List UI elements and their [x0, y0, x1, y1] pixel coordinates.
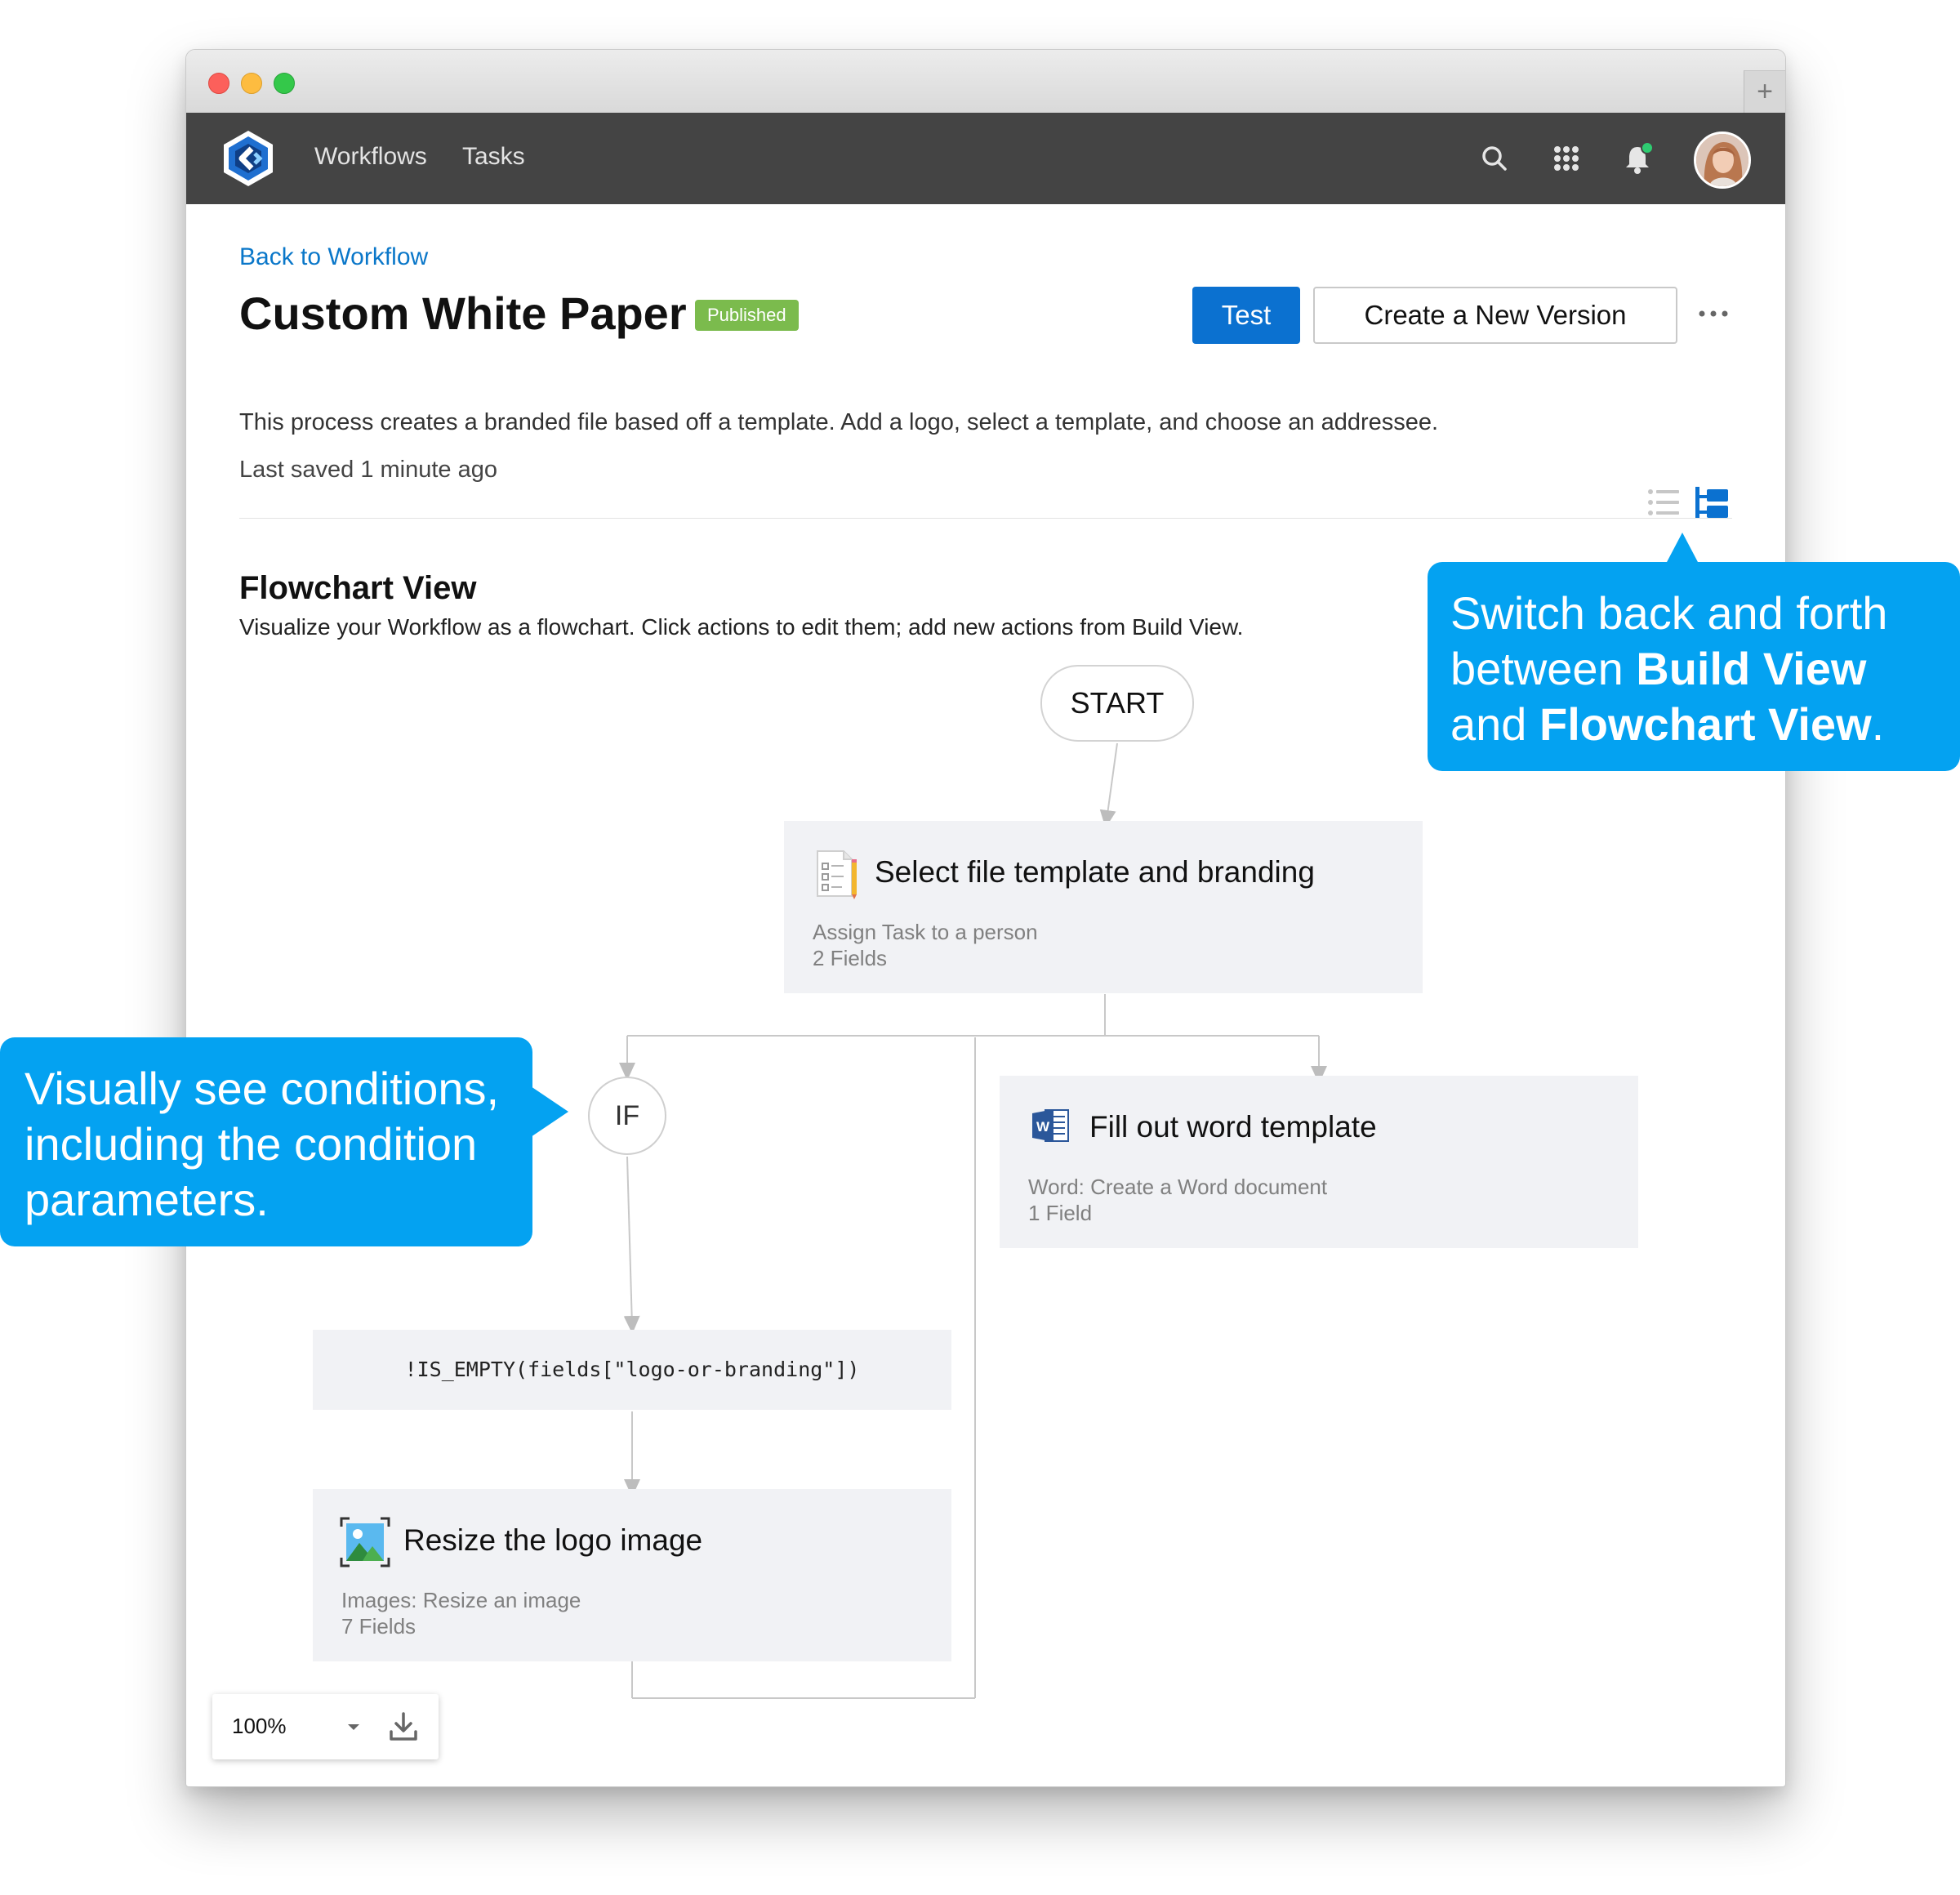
- if-condition-node[interactable]: IF: [588, 1077, 666, 1155]
- browser-window: + Workflows Tasks Back to Workflow Custo…: [185, 49, 1786, 1787]
- form-task-icon: [817, 850, 857, 899]
- condition-expression[interactable]: !IS_EMPTY(fields["logo-or-branding"]): [313, 1330, 951, 1410]
- action-type: Images: Resize an image: [341, 1588, 581, 1612]
- callout-text-suffix: .: [1871, 698, 1885, 750]
- action-card-word-template[interactable]: W Fill out word template Word: Create a …: [1000, 1076, 1638, 1248]
- callout-text-middle: and: [1450, 698, 1539, 750]
- callout-conditions: Visually see conditions, including the c…: [0, 1037, 532, 1246]
- svg-text:W: W: [1036, 1119, 1050, 1135]
- action-card-select-template[interactable]: Select file template and branding Assign…: [784, 821, 1423, 993]
- action-title: Select file template and branding: [875, 855, 1315, 889]
- callout-build-view: Build View: [1636, 643, 1867, 694]
- action-title: Fill out word template: [1089, 1110, 1377, 1144]
- download-icon[interactable]: [387, 1710, 420, 1743]
- action-field-count: 7 Fields: [341, 1614, 416, 1639]
- word-icon: W: [1032, 1109, 1069, 1142]
- zoom-control: 100%: [212, 1694, 439, 1759]
- action-field-count: 1 Field: [1028, 1201, 1093, 1225]
- action-type: Word: Create a Word document: [1028, 1175, 1328, 1199]
- image-resize-icon: [340, 1517, 390, 1567]
- callout-arrow-up: [1666, 533, 1699, 564]
- zoom-level[interactable]: 100%: [232, 1714, 287, 1739]
- action-field-count: 2 Fields: [813, 946, 888, 970]
- chevron-down-icon[interactable]: [341, 1712, 366, 1741]
- callout-flowchart-view: Flowchart View: [1539, 698, 1872, 750]
- start-node[interactable]: START: [1040, 665, 1194, 742]
- callout-view-switch: Switch back and forth between Build View…: [1428, 562, 1960, 771]
- action-type: Assign Task to a person: [813, 920, 1038, 944]
- action-card-resize-logo[interactable]: Resize the logo image Images: Resize an …: [313, 1489, 951, 1661]
- callout-arrow-right: [531, 1086, 568, 1137]
- action-title: Resize the logo image: [403, 1523, 703, 1557]
